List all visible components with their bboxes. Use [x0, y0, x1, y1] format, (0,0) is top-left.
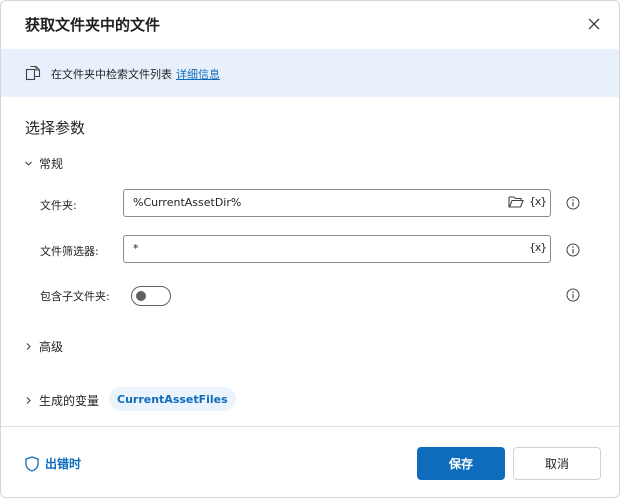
folder-value: %CurrentAssetDir% — [133, 196, 242, 209]
chevron-right-icon — [23, 342, 33, 352]
close-button[interactable] — [581, 11, 607, 37]
folder-field[interactable]: %CurrentAssetDir% {x} — [123, 189, 551, 217]
include-subfolders-label: 包含子文件夹: — [40, 290, 110, 303]
folder-open-icon[interactable] — [508, 195, 524, 209]
footer-divider — [1, 426, 619, 427]
info-bar: 在文件夹中检索文件列表 详细信息 — [1, 49, 619, 97]
chevron-down-icon — [23, 159, 33, 169]
group-variables-label: 生成的变量 — [39, 394, 100, 408]
filter-help-icon[interactable] — [566, 243, 580, 257]
folder-label: 文件夹: — [40, 199, 77, 212]
group-advanced-label: 高级 — [39, 340, 64, 354]
file-copy-icon — [25, 65, 41, 81]
toggle-knob — [136, 291, 146, 301]
filter-field[interactable]: * {x} — [123, 235, 551, 263]
dialog: 获取文件夹中的文件 在文件夹中检索文件列表 详细信息 选择参数 常规 文件夹: %… — [0, 0, 620, 498]
cancel-button[interactable]: 取消 — [513, 447, 601, 480]
group-general-header[interactable]: 常规 — [23, 155, 63, 172]
info-description: 在文件夹中检索文件列表 — [51, 68, 172, 81]
folder-help-icon[interactable] — [566, 196, 580, 210]
close-icon — [588, 18, 600, 30]
group-advanced-header[interactable]: 高级 — [23, 338, 63, 355]
dialog-title: 获取文件夹中的文件 — [25, 16, 161, 34]
on-error-label: 出错时 — [45, 457, 82, 471]
include-subfolders-help-icon[interactable] — [566, 288, 580, 302]
group-general-label: 常规 — [39, 157, 64, 171]
info-text: 在文件夹中检索文件列表 详细信息 — [51, 66, 220, 82]
filter-variable-button[interactable]: {x} — [529, 241, 547, 254]
filter-label: 文件筛选器: — [40, 245, 99, 258]
include-subfolders-toggle[interactable] — [131, 286, 171, 306]
on-error-button[interactable]: 出错时 — [25, 455, 81, 472]
filter-value: * — [133, 242, 139, 255]
output-variable-chip[interactable]: CurrentAssetFiles — [109, 387, 236, 411]
chevron-right-icon — [23, 396, 33, 406]
shield-icon — [25, 455, 39, 472]
save-button[interactable]: 保存 — [417, 447, 505, 480]
group-variables-header[interactable]: 生成的变量 — [23, 392, 99, 409]
folder-variable-button[interactable]: {x} — [529, 195, 547, 208]
section-title: 选择参数 — [25, 119, 86, 137]
more-info-link[interactable]: 详细信息 — [176, 68, 220, 81]
